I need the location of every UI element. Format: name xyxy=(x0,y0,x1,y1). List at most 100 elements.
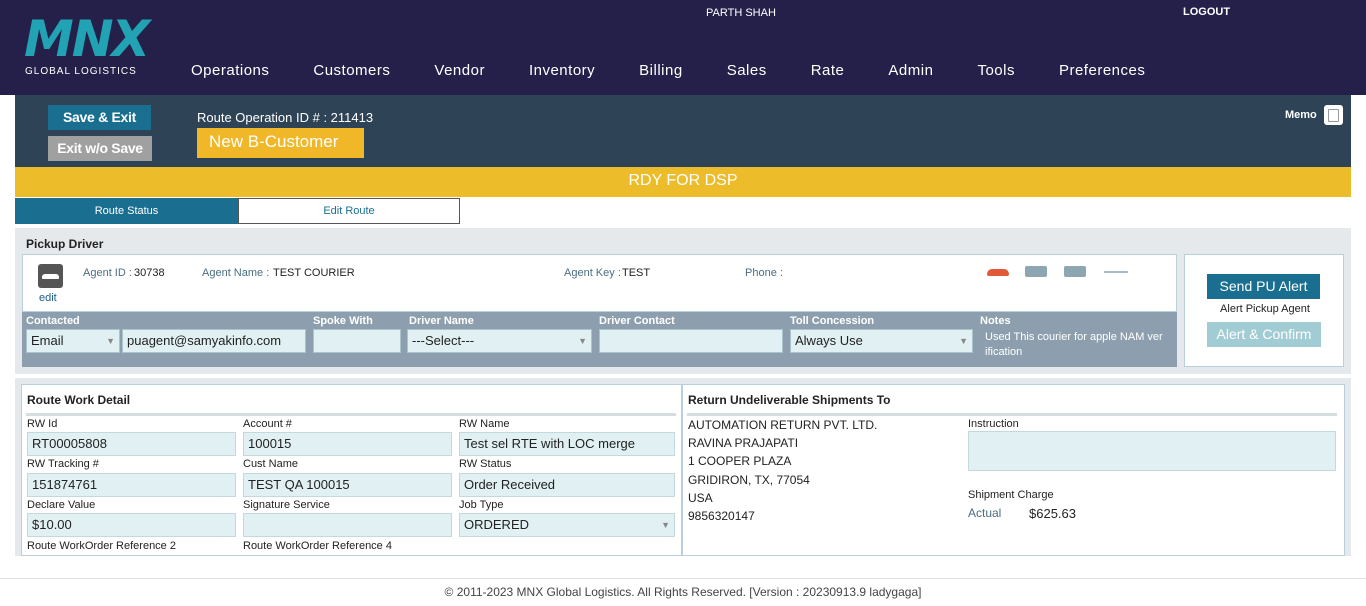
signature-service-input[interactable] xyxy=(243,513,452,537)
rw-tracking-input[interactable]: 151874761 xyxy=(27,473,236,497)
return-undeliverable-title: Return Undeliverable Shipments To xyxy=(688,393,891,407)
ref4-label: Route WorkOrder Reference 4 xyxy=(243,540,392,552)
address-contact: RAVINA PRAJAPATI xyxy=(688,436,799,450)
truck-vehicle-icon[interactable] xyxy=(1064,266,1086,277)
address-phone: 9856320147 xyxy=(688,509,755,523)
rw-status-label: RW Status xyxy=(459,458,512,470)
phone-label: Phone : xyxy=(745,267,783,279)
account-label: Account # xyxy=(243,418,292,430)
logo-mark: MNX xyxy=(24,10,150,68)
logout-link[interactable]: LOGOUT xyxy=(1183,6,1230,18)
agent-id-value: 30738 xyxy=(134,267,165,279)
nav-operations[interactable]: Operations xyxy=(191,62,269,82)
rw-id-label: RW Id xyxy=(27,418,58,430)
exit-without-save-button[interactable]: Exit w/o Save xyxy=(48,136,152,161)
actual-charge-value: $625.63 xyxy=(1029,506,1076,521)
nav-preferences[interactable]: Preferences xyxy=(1059,62,1145,82)
nav-tools[interactable]: Tools xyxy=(977,62,1015,82)
panel-divider xyxy=(26,413,676,416)
declare-value-input[interactable]: $10.00 xyxy=(27,513,236,537)
logo-subtitle: GLOBAL LOGISTICS xyxy=(25,66,137,77)
address-city: GRIDIRON, TX, 77054 xyxy=(688,473,810,487)
pickup-driver-title: Pickup Driver xyxy=(26,237,104,251)
job-type-select[interactable]: ORDERED xyxy=(459,513,675,537)
nav-sales[interactable]: Sales xyxy=(727,62,767,82)
footer-copyright: © 2011-2023 MNX Global Logistics. All Ri… xyxy=(0,578,1366,606)
notes-label: Notes xyxy=(980,315,1011,327)
trailer-vehicle-icon[interactable] xyxy=(1104,269,1128,273)
save-exit-button[interactable]: Save & Exit xyxy=(48,105,151,130)
toll-concession-label: Toll Concession xyxy=(790,315,875,327)
route-work-detail-title: Route Work Detail xyxy=(27,393,131,407)
driver-contact-label: Driver Contact xyxy=(599,315,675,327)
job-type-label: Job Type xyxy=(459,499,504,511)
rw-id-input[interactable]: RT00005808 xyxy=(27,432,236,456)
van-vehicle-icon[interactable] xyxy=(1025,266,1047,277)
top-bar: MNX GLOBAL LOGISTICS PARTH SHAH LOGOUT O… xyxy=(0,0,1366,95)
pickup-driver-section: Pickup Driver edit Agent ID : 30738 Agen… xyxy=(15,228,1351,374)
instruction-textarea[interactable] xyxy=(968,431,1336,471)
return-undeliverable-panel: Return Undeliverable Shipments To AUTOMA… xyxy=(682,384,1345,556)
route-work-detail-panel: Route Work Detail RW Id RT00005808 Accou… xyxy=(21,384,682,556)
mnx-logo[interactable]: MNX GLOBAL LOGISTICS xyxy=(24,14,164,80)
contacted-value-input[interactable]: puagent@samyakinfo.com xyxy=(122,329,306,353)
car-icon xyxy=(38,264,63,288)
rw-tracking-label: RW Tracking # xyxy=(27,458,99,470)
route-operation-id: Route Operation ID # : 211413 xyxy=(197,110,374,125)
contacted-method-select[interactable]: Email xyxy=(26,329,120,353)
cust-name-input[interactable]: TEST QA 100015 xyxy=(243,473,452,497)
declare-value-label: Declare Value xyxy=(27,499,96,511)
notes-text: Used This courier for apple NAM verifica… xyxy=(985,331,1163,358)
alert-box: Send PU Alert Alert Pickup Agent Alert &… xyxy=(1184,254,1344,367)
nav-vendor[interactable]: Vendor xyxy=(434,62,485,82)
toll-concession-select[interactable]: Always Use xyxy=(790,329,973,353)
rw-name-input[interactable]: Test sel RTE with LOC merge xyxy=(459,432,675,456)
agent-key-label: Agent Key : xyxy=(564,267,621,279)
cust-name-label: Cust Name xyxy=(243,458,299,470)
nav-admin[interactable]: Admin xyxy=(888,62,933,82)
nav-customers[interactable]: Customers xyxy=(313,62,390,82)
alert-confirm-button[interactable]: Alert & Confirm xyxy=(1207,322,1321,347)
address-country: USA xyxy=(688,491,713,505)
route-detail-section: Route Work Detail RW Id RT00005808 Accou… xyxy=(15,378,1351,556)
spoke-with-input[interactable] xyxy=(313,329,401,353)
driver-name-label: Driver Name xyxy=(409,315,474,327)
driver-info-box: edit Agent ID : 30738 Agent Name : TEST … xyxy=(22,254,1177,312)
nav-billing[interactable]: Billing xyxy=(639,62,683,82)
nav-rate[interactable]: Rate xyxy=(811,62,845,82)
send-pu-alert-button[interactable]: Send PU Alert xyxy=(1207,274,1320,299)
ref2-label: Route WorkOrder Reference 2 xyxy=(27,540,176,552)
rw-status-input[interactable]: Order Received xyxy=(459,473,675,497)
driver-contact-input[interactable] xyxy=(599,329,783,353)
spoke-with-label: Spoke With xyxy=(313,315,373,327)
address-company: AUTOMATION RETURN PVT. LTD. xyxy=(688,418,878,432)
driver-name-select[interactable]: ---Select--- xyxy=(407,329,592,353)
rw-name-label: RW Name xyxy=(459,418,510,430)
route-status-banner: RDY FOR DSP xyxy=(15,167,1351,197)
agent-id-label: Agent ID : xyxy=(83,267,132,279)
alert-pickup-agent-caption: Alert Pickup Agent xyxy=(1220,303,1310,315)
edit-driver-link[interactable]: edit xyxy=(39,292,57,304)
instruction-label: Instruction xyxy=(968,418,1019,430)
customer-type-badge: New B-Customer xyxy=(197,128,364,158)
nav-inventory[interactable]: Inventory xyxy=(529,62,595,82)
address-street: 1 COOPER PLAZA xyxy=(688,454,792,468)
panel-divider xyxy=(687,413,1337,416)
contact-bar: Contacted Email puagent@samyakinfo.com S… xyxy=(22,312,1177,367)
contacted-label: Contacted xyxy=(26,315,80,327)
tab-edit-route[interactable]: Edit Route xyxy=(238,198,460,224)
signature-service-label: Signature Service xyxy=(243,499,330,511)
agent-key-value: TEST xyxy=(622,267,651,279)
shipment-charge-label: Shipment Charge xyxy=(968,489,1054,501)
tab-route-status[interactable]: Route Status xyxy=(15,198,238,224)
agent-name-value: TEST COURIER xyxy=(273,267,355,279)
account-input[interactable]: 100015 xyxy=(243,432,452,456)
memo-note-icon[interactable] xyxy=(1324,105,1343,125)
actual-label: Actual xyxy=(968,506,1002,520)
agent-name-label: Agent Name : xyxy=(202,267,270,279)
route-tabs: Route Status Edit Route xyxy=(15,198,460,224)
user-name: PARTH SHAH xyxy=(706,7,776,19)
route-header-panel: Save & Exit Exit w/o Save Route Operatio… xyxy=(15,95,1351,167)
car-vehicle-icon[interactable] xyxy=(987,269,1009,276)
main-nav: Operations Customers Vendor Inventory Bi… xyxy=(191,62,1189,82)
